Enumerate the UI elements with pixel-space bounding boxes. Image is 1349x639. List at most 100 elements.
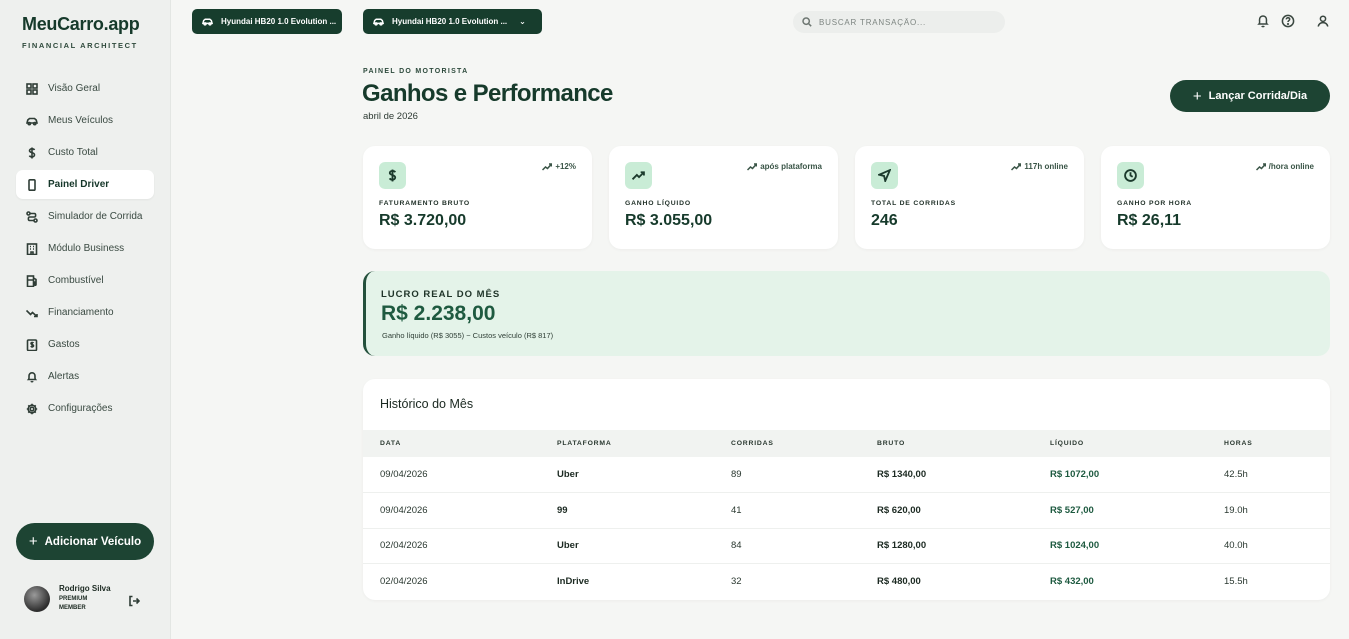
cell-hours: 15.5h [1207, 563, 1330, 599]
monthly-history-card: Histórico do Mês DATA PLATAFORMA CORRIDA… [363, 379, 1330, 600]
kpi-card-net-earnings: após plataforma GANHO LÍQUIDO R$ 3.055,0… [609, 146, 838, 249]
sidebar-item-label: Painel Driver [48, 179, 110, 190]
page-subtitle: abril de 2026 [363, 111, 418, 122]
kpi-trend: +12% [542, 162, 576, 171]
user-profile[interactable]: Rodrigo Silva PREMIUM MEMBER [24, 584, 111, 613]
cell-rides: 41 [714, 492, 860, 528]
cell-platform: Uber [540, 527, 714, 564]
brand-title: MeuCarro.app [22, 14, 140, 34]
cell-platform: 99 [540, 492, 714, 528]
trend-up-icon [747, 162, 758, 171]
cell-gross: R$ 480,00 [860, 563, 1033, 599]
receipt-icon [26, 338, 38, 351]
user-icon [1317, 15, 1329, 27]
table-row[interactable]: 02/04/2026 Uber 84 R$ 1280,00 R$ 1024,00… [363, 527, 1330, 564]
page-title: Ganhos e Performance [362, 80, 613, 107]
help-button[interactable] [1281, 14, 1295, 28]
sidebar-item-painel-driver[interactable]: Painel Driver [16, 170, 154, 199]
vehicle-tab-label: Hyundai HB20 1.0 Evolution ... [221, 17, 337, 26]
sidebar-item-label: Financiamento [48, 307, 114, 318]
kpi-icon-box [379, 162, 406, 189]
sidebar-item-simulador[interactable]: Simulador de Corrida [16, 202, 154, 231]
kpi-card-total-rides: 117h online TOTAL DE CORRIDAS 246 [855, 146, 1084, 249]
route-icon [26, 210, 38, 223]
cell-hours: 40.0h [1207, 527, 1330, 564]
plus-icon: + [1192, 87, 1202, 105]
profit-note: Ganho líquido (R$ 3055) − Custos veículo… [382, 331, 554, 340]
sidebar-item-meus-veiculos[interactable]: Meus Veículos [16, 106, 154, 135]
kpi-card-gross-revenue: +12% FATURAMENTO BRUTO R$ 3.720,00 [363, 146, 592, 249]
user-info: Rodrigo Silva PREMIUM MEMBER [59, 584, 111, 613]
sidebar-item-financiamento[interactable]: Financiamento [16, 298, 154, 327]
logout-icon [129, 595, 141, 607]
car-icon [373, 18, 384, 26]
sidebar-nav: Visão Geral Meus Veículos Custo Total Pa… [16, 74, 154, 426]
gear-icon [26, 403, 38, 414]
brand-subtitle: FINANCIAL ARCHITECT [22, 41, 138, 50]
building-icon [26, 242, 38, 255]
page-eyebrow: PAINEL DO MOTORISTA [363, 68, 469, 75]
kpi-icon-box [1117, 162, 1144, 189]
cell-hours: 42.5h [1224, 469, 1248, 480]
kpi-trend: após plataforma [747, 162, 822, 171]
kpi-label: GANHO LÍQUIDO [625, 200, 691, 207]
table-row[interactable]: 09/04/2026 Uber 89 R$ 1340,00 R$ 1072,00… [363, 457, 1330, 493]
launch-ride-button[interactable]: + Lançar Corrida/Dia [1170, 80, 1330, 112]
kpi-label: GANHO POR HORA [1117, 200, 1193, 207]
kpi-value: 246 [871, 212, 898, 229]
user-name: Rodrigo Silva [59, 584, 111, 593]
table-row[interactable]: 02/04/2026 InDrive 32 R$ 480,00 R$ 432,0… [363, 563, 1330, 599]
cell-net: R$ 1072,00 [1050, 469, 1100, 480]
phone-icon [28, 178, 36, 191]
sidebar-item-combustivel[interactable]: Combustível [16, 266, 154, 295]
cell-platform: InDrive [540, 563, 714, 599]
account-button[interactable] [1316, 14, 1330, 28]
clock-icon [1124, 169, 1137, 182]
sidebar-item-custo-total[interactable]: Custo Total [16, 138, 154, 167]
help-icon [1281, 14, 1295, 28]
sidebar-item-modulo-business[interactable]: Módulo Business [16, 234, 154, 263]
cell-date: 09/04/2026 [363, 492, 540, 528]
kpi-icon-box [871, 162, 898, 189]
grid-icon [26, 82, 38, 95]
add-vehicle-button[interactable]: + Adicionar Veículo [16, 523, 154, 560]
cell-hours: 19.0h [1207, 492, 1330, 528]
notifications-button[interactable] [1256, 14, 1270, 28]
search-input[interactable] [819, 17, 989, 27]
vehicle-tab-1[interactable]: Hyundai HB20 1.0 Evolution ... [192, 9, 342, 34]
sidebar-item-configuracoes[interactable]: Configurações [16, 394, 154, 423]
sidebar-item-alertas[interactable]: Alertas [16, 362, 154, 391]
sidebar-item-gastos[interactable]: Gastos [16, 330, 154, 359]
trend-up-icon [632, 171, 645, 180]
fuel-icon [26, 274, 37, 287]
column-header-date: DATA [380, 440, 402, 447]
trend-up-icon [542, 162, 553, 171]
kpi-trend-text: +12% [555, 162, 576, 171]
search-bar[interactable] [793, 11, 1005, 33]
dollar-icon [388, 169, 397, 182]
cell-date: 02/04/2026 [363, 563, 540, 599]
trend-down-icon [26, 309, 38, 317]
sidebar: MeuCarro.app FINANCIAL ARCHITECT Visão G… [0, 0, 171, 639]
trend-up-icon [1011, 162, 1022, 171]
monthly-profit-banner: LUCRO REAL DO MÊS R$ 2.238,00 Ganho líqu… [363, 271, 1330, 356]
dollar-icon [28, 147, 36, 158]
sidebar-item-label: Visão Geral [48, 83, 101, 94]
table-row[interactable]: 09/04/2026 99 41 R$ 620,00 R$ 527,00 19.… [363, 492, 1330, 528]
kpi-label: TOTAL DE CORRIDAS [871, 200, 956, 207]
vehicle-selector[interactable]: Hyundai HB20 1.0 Evolution ... ⌄ [363, 9, 542, 34]
cell-rides: 32 [714, 563, 860, 599]
column-header-rides: CORRIDAS [731, 440, 774, 447]
history-table: DATA PLATAFORMA CORRIDAS BRUTO LÍQUIDO H… [363, 430, 1330, 599]
cell-rides: 89 [731, 469, 742, 480]
sidebar-item-label: Meus Veículos [48, 115, 114, 126]
kpi-value: R$ 3.055,00 [625, 212, 713, 229]
vehicle-selector-label: Hyundai HB20 1.0 Evolution ... [392, 17, 508, 26]
brand: MeuCarro.app FINANCIAL ARCHITECT [22, 14, 140, 50]
kpi-icon-box [625, 162, 652, 189]
avatar [24, 585, 50, 612]
logout-button[interactable] [128, 594, 141, 607]
kpi-trend: 117h online [1011, 162, 1068, 171]
sidebar-item-visao-geral[interactable]: Visão Geral [16, 74, 154, 103]
cell-gross: R$ 620,00 [860, 492, 1033, 528]
